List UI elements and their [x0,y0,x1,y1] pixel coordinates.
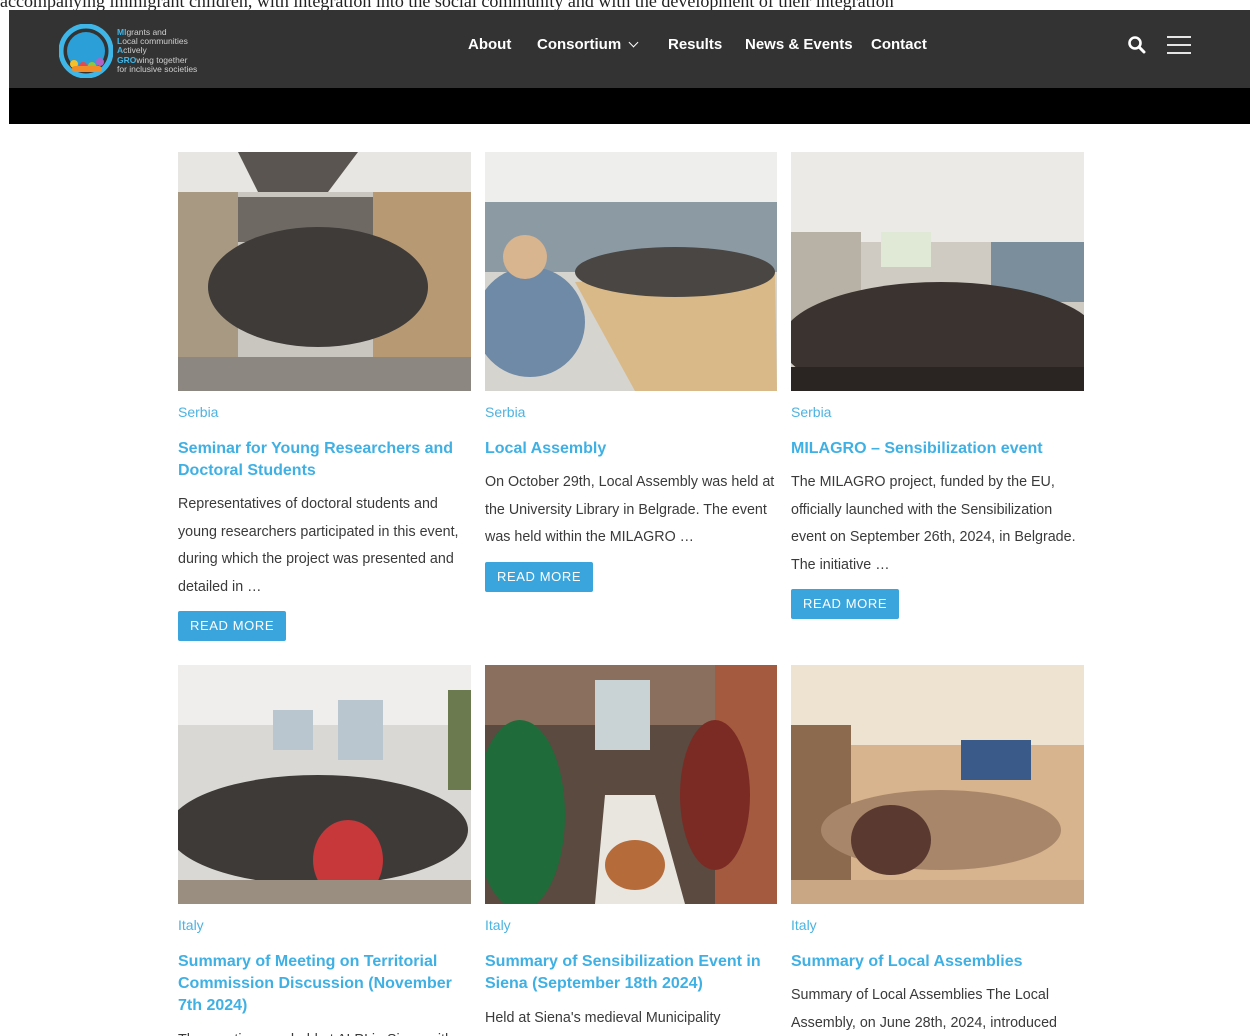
post-title[interactable]: Seminar for Young Researchers and Doctor… [178,438,468,482]
post-title[interactable]: Summary of Meeting on Territorial Commis… [178,951,468,1017]
logo-tagline: MIgrants and Local communities Actively … [117,27,198,74]
site-header: MIgrants and Local communities Actively … [9,10,1250,88]
post-category[interactable]: Italy [178,917,204,933]
post-title[interactable]: Summary of Sensibilization Event in Sien… [485,951,775,995]
post-thumbnail[interactable] [485,665,778,904]
post-category[interactable]: Serbia [485,404,525,420]
post-thumbnail[interactable] [178,665,471,904]
post-thumbnail[interactable] [485,152,778,391]
post-thumbnail[interactable] [791,665,1084,904]
top-cut-off-text: accompanying immigrant children, with in… [0,0,1250,10]
nav-about[interactable]: About [468,36,511,53]
hero-band [9,88,1250,124]
search-icon[interactable] [1127,35,1147,55]
nav-contact[interactable]: Contact [871,36,927,53]
post-excerpt: Held at Siena's medieval Municipality [485,1010,721,1026]
top-cut-off-line: accompanying immigrant children, with in… [0,0,894,10]
post-title[interactable]: MILAGRO – Sensibilization event [791,438,1081,460]
hamburger-menu-icon[interactable] [1166,34,1192,56]
post-title[interactable]: Local Assembly [485,438,775,460]
post-excerpt: Summary of Local Assemblies The Local As… [791,987,1057,1031]
post-excerpt: On October 29th, Local Assembly was held… [485,474,775,545]
nav-news-events[interactable]: News & Events [745,36,853,53]
post-category[interactable]: Italy [485,917,511,933]
nav-results[interactable]: Results [668,36,722,53]
post-excerpt: The MILAGRO project, funded by the EU, o… [791,474,1076,573]
nav-consortium[interactable]: Consortium [537,36,639,53]
post-category[interactable]: Italy [791,917,817,933]
chevron-down-icon [628,37,639,48]
read-more-button[interactable]: READ MORE [485,562,594,592]
site-logo[interactable]: MIgrants and Local communities Actively … [59,22,219,78]
post-thumbnail[interactable] [791,152,1084,391]
post-category[interactable]: Serbia [178,404,218,420]
post-excerpt: Representatives of doctoral students and… [178,496,459,595]
read-more-button[interactable]: READ MORE [178,611,287,641]
post-category[interactable]: Serbia [791,404,831,420]
milagro-logo-icon [59,24,113,78]
post-thumbnail[interactable] [178,152,471,391]
read-more-button[interactable]: READ MORE [791,589,900,619]
post-title[interactable]: Summary of Local Assemblies [791,951,1081,973]
post-excerpt: The meeting was held at ALPI in Siena wi… [178,1027,468,1036]
